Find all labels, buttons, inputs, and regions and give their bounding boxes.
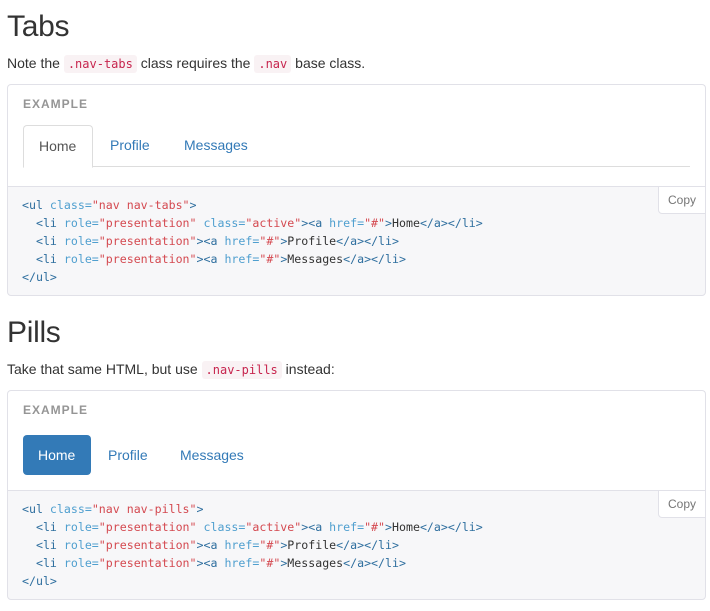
pills-desc-text-end: instead:: [281, 361, 335, 377]
tabs-heading: Tabs: [7, 10, 70, 43]
pill-messages[interactable]: Messages: [165, 435, 259, 475]
tab-home[interactable]: Home: [23, 125, 93, 168]
code-line: <li role="presentation" class="active"><…: [22, 216, 483, 230]
code-line: <ul class="nav nav-pills">: [22, 502, 204, 516]
pills-desc-text: Take that same HTML, but use: [7, 361, 202, 377]
code-snippet: <ul class="nav nav-pills"> <li role="pre…: [22, 500, 691, 590]
copy-button[interactable]: Copy: [658, 490, 706, 518]
pills-heading: Pills: [7, 316, 61, 349]
tabs-code-block: Copy <ul class="nav nav-tabs"> <li role=…: [7, 186, 706, 296]
code-line: <li role="presentation"><a href="#">Mess…: [22, 556, 406, 570]
code-line: <li role="presentation"><a href="#">Mess…: [22, 252, 406, 266]
example-label: EXAMPLE: [23, 97, 89, 111]
pills-description: Take that same HTML, but use .nav-pills …: [7, 359, 335, 380]
tabs-description: Note the .nav-tabs class requires the .n…: [7, 53, 365, 74]
tab-messages[interactable]: Messages: [169, 125, 263, 167]
code-line: <li role="presentation"><a href="#">Prof…: [22, 234, 399, 248]
pill-profile[interactable]: Profile: [93, 435, 163, 475]
nav-pills-code: .nav-pills: [201, 361, 282, 379]
tabs-desc-text-mid: class requires the: [136, 55, 255, 71]
code-line: <ul class="nav nav-tabs">: [22, 198, 197, 212]
copy-button[interactable]: Copy: [658, 186, 706, 214]
tabs-example-box: EXAMPLE Home Profile Messages: [7, 84, 706, 187]
example-label: EXAMPLE: [23, 403, 89, 417]
pills-example-box: EXAMPLE Home Profile Messages: [7, 390, 706, 491]
code-line: <li role="presentation" class="active"><…: [22, 520, 483, 534]
tabs-desc-text: Note the: [7, 55, 64, 71]
nav-tabs-code: .nav-tabs: [63, 55, 137, 73]
pills-code-block: Copy <ul class="nav nav-pills"> <li role…: [7, 490, 706, 600]
nav-tabs: Home Profile Messages: [23, 125, 690, 168]
code-line: <li role="presentation"><a href="#">Prof…: [22, 538, 399, 552]
code-snippet: <ul class="nav nav-tabs"> <li role="pres…: [22, 196, 691, 286]
code-line: </ul>: [22, 574, 57, 588]
tab-profile[interactable]: Profile: [95, 125, 165, 167]
code-line: </ul>: [22, 270, 57, 284]
pill-home[interactable]: Home: [23, 435, 91, 475]
nav-code: .nav: [254, 55, 292, 73]
tabs-desc-text-end: base class.: [291, 55, 366, 71]
